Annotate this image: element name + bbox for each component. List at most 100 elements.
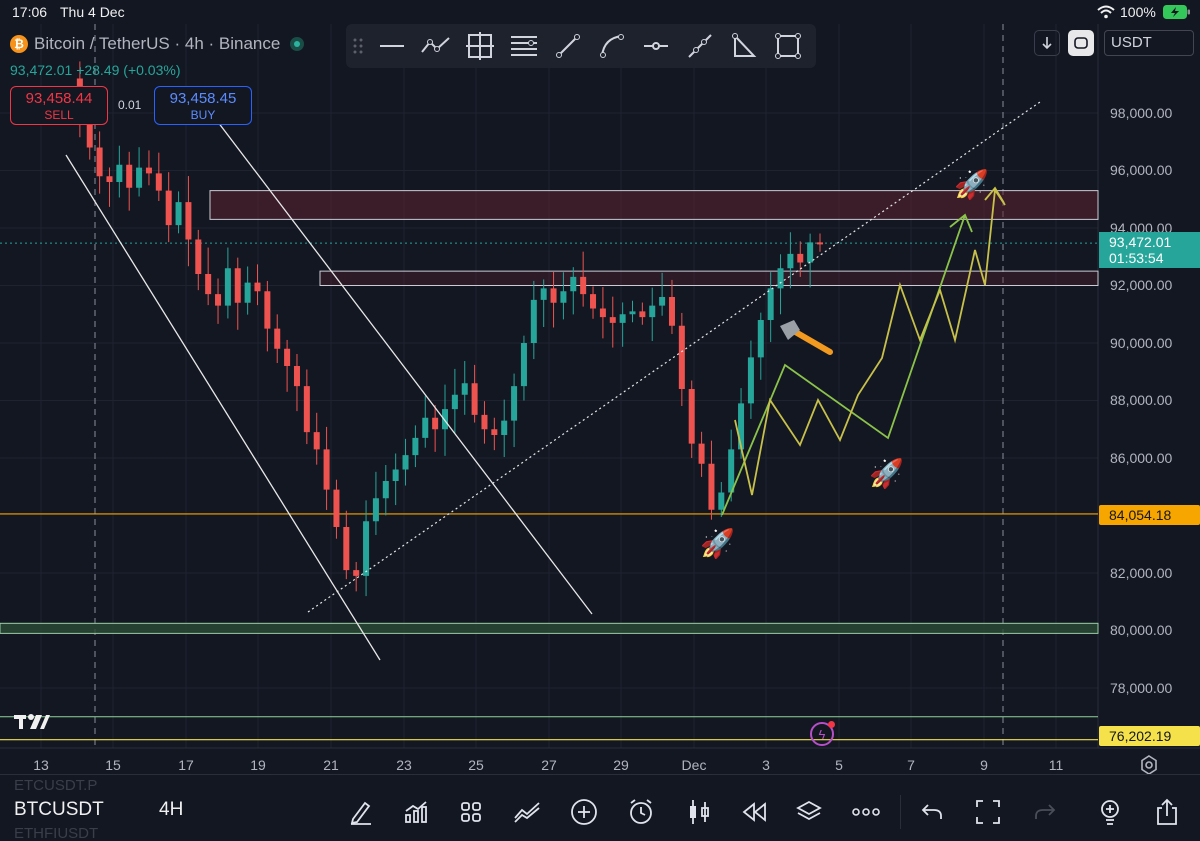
fullscreen-icon[interactable] — [973, 797, 1003, 827]
ideas-lightbulb-icon[interactable] — [1095, 797, 1125, 827]
candle-body — [244, 282, 251, 303]
candle-body — [185, 202, 192, 240]
candle-body — [639, 311, 646, 318]
curve-icon[interactable] — [590, 24, 634, 68]
time-axis-label: 13 — [33, 757, 49, 773]
time-axis-label: 15 — [105, 757, 121, 773]
candle-body — [550, 288, 557, 303]
candle-body — [155, 173, 162, 191]
candle-body — [234, 268, 241, 303]
layout-grid-icon[interactable] — [456, 797, 486, 827]
time-axis-label: 21 — [323, 757, 339, 773]
buy-button[interactable]: 93,458.45 BUY — [154, 86, 252, 125]
candle-body — [491, 429, 498, 435]
drag-handle-icon[interactable] — [346, 24, 370, 68]
download-button[interactable] — [1034, 30, 1060, 56]
candle-body — [738, 403, 745, 450]
candle-body — [402, 455, 409, 470]
more-options-icon[interactable] — [851, 797, 881, 827]
candle-body — [461, 383, 468, 395]
price-axis-label: 88,000.00 — [1110, 392, 1173, 408]
price-change: 93,472.01 +28.49 (+0.03%) — [10, 62, 180, 78]
share-icon[interactable] — [1152, 797, 1182, 827]
symbol-title[interactable]: Bitcoin / TetherUS · 4h · Binance — [34, 34, 280, 54]
candle-body — [649, 305, 656, 318]
next-symbol-hint[interactable]: ETHFIUSDT — [14, 825, 98, 841]
status-date: Thu 4 Dec — [60, 4, 125, 20]
price-chart[interactable] — [0, 24, 1200, 774]
crosshair-box-icon[interactable] — [458, 24, 502, 68]
market-open-icon — [290, 37, 305, 51]
price-axis-label: 98,000.00 — [1110, 105, 1173, 121]
candle-body — [678, 325, 685, 389]
candle-body — [136, 167, 143, 188]
candle-body — [747, 357, 754, 404]
candle-body — [718, 492, 725, 510]
symbol-header[interactable]: ₿ Bitcoin / TetherUS · 4h · Binance — [10, 34, 305, 54]
arrow-down-icon — [1042, 37, 1052, 50]
candle-body — [422, 417, 429, 438]
line-tool-icon[interactable] — [370, 24, 414, 68]
candle-body — [224, 268, 231, 306]
current-price-badge: 93,472.01 01:53:54 — [1099, 232, 1200, 268]
candle-body — [481, 414, 488, 430]
candle-body — [313, 432, 320, 450]
tradingview-logo — [14, 712, 50, 737]
price-axis-label: 90,000.00 — [1110, 335, 1173, 351]
status-time: 17:06 — [12, 4, 48, 20]
candle-body — [264, 291, 271, 329]
candle-body — [412, 437, 419, 456]
battery-percent: 100% — [1120, 4, 1156, 20]
lightning-icon: ϟ — [818, 726, 826, 742]
change-value: +28.49 (+0.03%) — [76, 62, 181, 78]
current-price: 93,472.01 — [1109, 234, 1172, 250]
time-axis-label: 27 — [541, 757, 557, 773]
layers-icon[interactable] — [794, 797, 824, 827]
channel-line — [204, 104, 593, 615]
symbol-button[interactable]: BTCUSDT — [14, 799, 104, 821]
polyline-tool-icon[interactable] — [414, 24, 458, 68]
currency-select[interactable]: USDT — [1104, 30, 1194, 56]
toolbar-divider — [900, 795, 901, 829]
time-axis-label: 23 — [396, 757, 412, 773]
sync-button[interactable] — [1068, 30, 1094, 56]
rectangle-icon[interactable] — [766, 24, 810, 68]
add-icon[interactable] — [569, 797, 599, 827]
buy-price: 93,458.45 — [169, 90, 237, 107]
interval-button[interactable]: 4H — [159, 799, 183, 821]
prev-symbol-hint[interactable]: ETCUSDT.P — [14, 777, 97, 794]
sell-button[interactable]: 93,458.44 SELL — [10, 86, 108, 125]
drawing-pen-icon[interactable] — [346, 797, 376, 827]
chart-type-candles-icon[interactable] — [684, 797, 714, 827]
candle-body — [659, 297, 666, 306]
time-axis-label: 9 — [980, 757, 988, 773]
candle-body — [116, 164, 123, 182]
undo-icon[interactable] — [917, 797, 947, 827]
candle-body — [511, 386, 518, 421]
redo-icon[interactable] — [1030, 797, 1060, 827]
candle-body — [708, 463, 715, 510]
candles — [76, 61, 823, 597]
time-axis-label: 3 — [762, 757, 770, 773]
time-axis-label: 29 — [613, 757, 629, 773]
candle-body — [668, 297, 675, 326]
alarm-clock-icon[interactable] — [626, 797, 656, 827]
candle-body — [530, 299, 537, 343]
replay-icon[interactable] — [739, 797, 769, 827]
price-axis-label: 82,000.00 — [1110, 565, 1173, 581]
fib-retracement-icon[interactable] — [502, 24, 546, 68]
compare-icon[interactable] — [512, 797, 542, 827]
chart-area[interactable]: 🚀 🚀 🚀 — [0, 24, 1200, 774]
drawing-toolbar — [346, 24, 816, 68]
candle-body — [797, 253, 804, 263]
time-axis-label: 25 — [468, 757, 484, 773]
candle-body — [560, 291, 567, 303]
indicators-icon[interactable] — [401, 797, 431, 827]
horizontal-ray-icon[interactable] — [634, 24, 678, 68]
candle-body — [609, 317, 616, 323]
wifi-icon — [1097, 5, 1115, 24]
path-icon[interactable] — [678, 24, 722, 68]
trend-line-icon[interactable] — [546, 24, 590, 68]
triangle-icon[interactable] — [722, 24, 766, 68]
last-price: 93,472.01 — [10, 62, 73, 78]
